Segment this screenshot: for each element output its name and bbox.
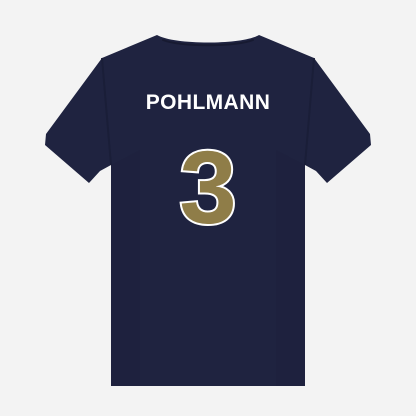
tshirt-back-graphic: POHLMANN 3: [45, 35, 371, 386]
player-number-print: 3: [179, 130, 236, 245]
body-shadow-left: [111, 150, 140, 386]
player-name-print: POHLMANN: [146, 91, 271, 114]
image-canvas: POHLMANN 3: [0, 0, 416, 416]
body-shadow-right: [276, 150, 305, 386]
